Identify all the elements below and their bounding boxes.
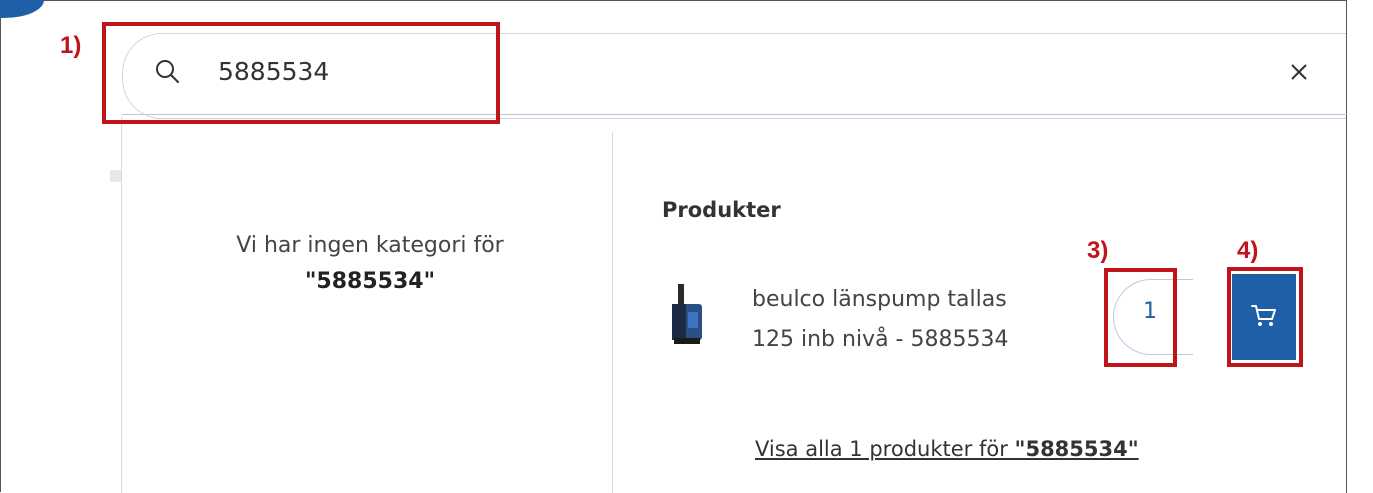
- annotation-label-4: 4): [1237, 237, 1259, 264]
- no-category-message: Vi har ingen kategori för "5885534": [150, 228, 590, 300]
- annotation-label-1: 1): [60, 32, 82, 59]
- annotation-box-1: [102, 22, 500, 124]
- column-divider: [612, 132, 613, 493]
- annotation-box-4: [1227, 267, 1303, 367]
- annotation-box-3: [1104, 268, 1177, 367]
- annotation-label-3: 3): [1087, 237, 1109, 264]
- show-all-term: "5885534": [1014, 437, 1139, 461]
- right-edge: [1346, 0, 1373, 493]
- close-icon[interactable]: [1289, 62, 1309, 82]
- product-name-link[interactable]: beulco länspump tallas 125 inb nivå - 58…: [752, 280, 1082, 360]
- no-category-term: "5885534": [304, 269, 436, 294]
- show-all-products-link[interactable]: Visa alla 1 produkter för "5885534": [755, 437, 1139, 461]
- panel-left-border: [121, 117, 122, 493]
- no-category-text: Vi har ingen kategori för: [236, 233, 504, 258]
- product-name-line2: 125 inb nivå - 5885534: [752, 327, 1009, 352]
- products-heading: Produkter: [662, 198, 781, 222]
- product-name-line1: beulco länspump tallas: [752, 287, 1007, 312]
- product-thumbnail[interactable]: [664, 282, 712, 346]
- show-all-text: Visa alla 1 produkter för: [755, 437, 1015, 461]
